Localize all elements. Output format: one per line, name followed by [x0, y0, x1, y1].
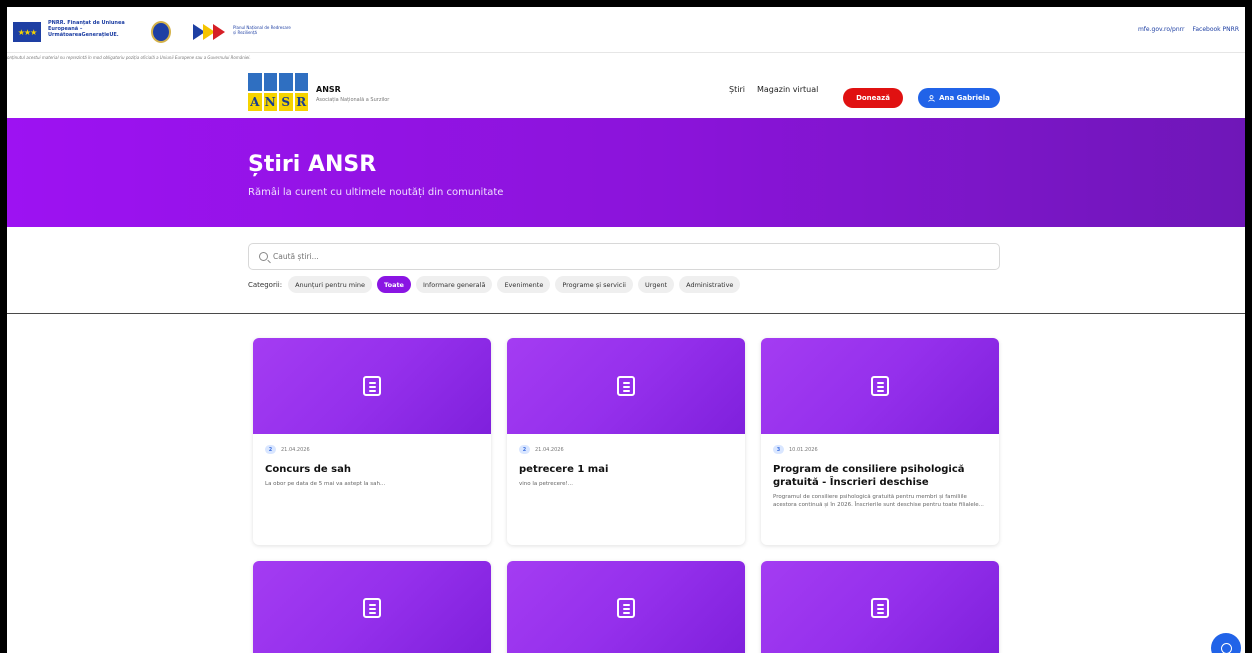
newspaper-icon — [617, 597, 635, 618]
hero-banner: Știri ANSR Rămâi la curent cu ultimele n… — [7, 118, 1245, 227]
donate-button[interactable]: Donează — [843, 88, 903, 108]
category-urgent[interactable]: Urgent — [638, 276, 675, 293]
news-card[interactable] — [507, 561, 745, 653]
person-icon — [928, 94, 935, 102]
news-card[interactable]: 2 21.04.2026 Concurs de sah La obor pe d… — [253, 338, 491, 545]
romanian-government-crest-icon — [151, 21, 171, 43]
search-field[interactable] — [248, 243, 1000, 270]
section-divider — [7, 313, 1245, 314]
card-badge: 3 — [773, 445, 784, 454]
page: ★★★ PNRR. Finanțat de Uniunea Europeană … — [7, 7, 1245, 653]
categories-label: Categorii: — [248, 280, 283, 289]
newspaper-icon — [363, 376, 381, 396]
card-excerpt: vino la petrecere!... — [519, 481, 573, 487]
card-date: 21.04.2026 — [281, 446, 310, 453]
main-nav: Știri Magazin virtual — [729, 85, 830, 94]
logo-letter: N — [263, 93, 277, 111]
brand-name: ANSR — [316, 85, 341, 94]
category-anunturi-pentru-mine[interactable]: Anunțuri pentru mine — [288, 276, 373, 293]
newspaper-icon — [617, 376, 635, 396]
search-input[interactable] — [273, 252, 973, 261]
card-image — [253, 561, 491, 653]
brand-subtitle: Asociația Națională a Surzilor — [316, 97, 390, 103]
screen-frame: ★★★ PNRR. Finanțat de Uniunea Europeană … — [0, 0, 1252, 653]
card-excerpt: Programul de consiliere psihologică grat… — [773, 494, 984, 508]
newspaper-icon — [871, 376, 889, 396]
site-header: A N S R ANSR Asociația Națională a Surzi… — [7, 63, 1245, 119]
disclaimer-text: onținutul acestui material nu reprezintă… — [7, 55, 251, 60]
card-image — [253, 338, 491, 434]
nav-magazin-virtual[interactable]: Magazin virtual — [757, 85, 818, 94]
chat-icon — [1220, 642, 1232, 653]
pnrr-logo-icon — [193, 24, 225, 40]
user-account-button[interactable]: Ana Gabriela — [918, 88, 1000, 108]
card-badge: 2 — [265, 445, 276, 454]
user-name: Ana Gabriela — [939, 94, 990, 102]
pnrr-text: Planul Național de Redresare și Rezilien… — [233, 25, 291, 35]
category-programe-si-servicii[interactable]: Programe și servicii — [555, 276, 633, 293]
eu-funding-text: PNRR. Finanțat de Uniunea Europeană – Ur… — [48, 20, 125, 38]
news-card[interactable] — [253, 561, 491, 653]
news-card[interactable] — [761, 561, 999, 653]
eu-flag-icon: ★★★ — [13, 22, 41, 42]
category-informare-generala[interactable]: Informare generală — [415, 276, 493, 293]
card-image — [761, 561, 999, 653]
card-image — [761, 338, 999, 434]
search-icon — [259, 252, 268, 261]
card-date: 10.01.2026 — [789, 446, 818, 453]
card-image — [507, 338, 745, 434]
nav-stiri[interactable]: Știri — [729, 85, 745, 94]
news-card[interactable]: 2 21.04.2026 petrecere 1 mai vino la pet… — [507, 338, 745, 545]
card-title[interactable]: Concurs de sah — [265, 463, 479, 476]
logo-letter: S — [279, 93, 293, 111]
card-excerpt: La obor pe data de 5 mai va astept la sa… — [265, 481, 386, 487]
category-filters: Categorii: Anunțuri pentru mine Toate In… — [248, 276, 741, 293]
facebook-pnrr-link[interactable]: Facebook PNRR — [1192, 26, 1239, 33]
newspaper-icon — [363, 597, 381, 618]
logo-letter: A — [248, 93, 262, 111]
logo-letter: R — [294, 93, 308, 111]
ansr-logo[interactable]: A N S R — [248, 73, 308, 113]
category-administrative[interactable]: Administrative — [679, 276, 741, 293]
category-toate[interactable]: Toate — [377, 276, 411, 293]
funding-bar: ★★★ PNRR. Finanțat de Uniunea Europeană … — [7, 7, 1245, 53]
funding-links: mfe.gov.ro/pnrr Facebook PNRR — [1138, 26, 1239, 33]
page-title: Știri ANSR — [248, 152, 377, 177]
category-evenimente[interactable]: Evenimente — [497, 276, 551, 293]
mfe-link[interactable]: mfe.gov.ro/pnrr — [1138, 26, 1185, 33]
page-subtitle: Rămâi la curent cu ultimele noutăți din … — [248, 187, 504, 198]
card-badge: 2 — [519, 445, 530, 454]
card-title[interactable]: petrecere 1 mai — [519, 463, 733, 476]
chat-button[interactable] — [1211, 633, 1241, 653]
news-card[interactable]: 3 10.01.2026 Program de consiliere psiho… — [761, 338, 999, 545]
card-image — [507, 561, 745, 653]
card-title[interactable]: Program de consiliere psihologică gratui… — [773, 463, 987, 489]
newspaper-icon — [871, 597, 889, 618]
card-date: 21.04.2026 — [535, 446, 564, 453]
